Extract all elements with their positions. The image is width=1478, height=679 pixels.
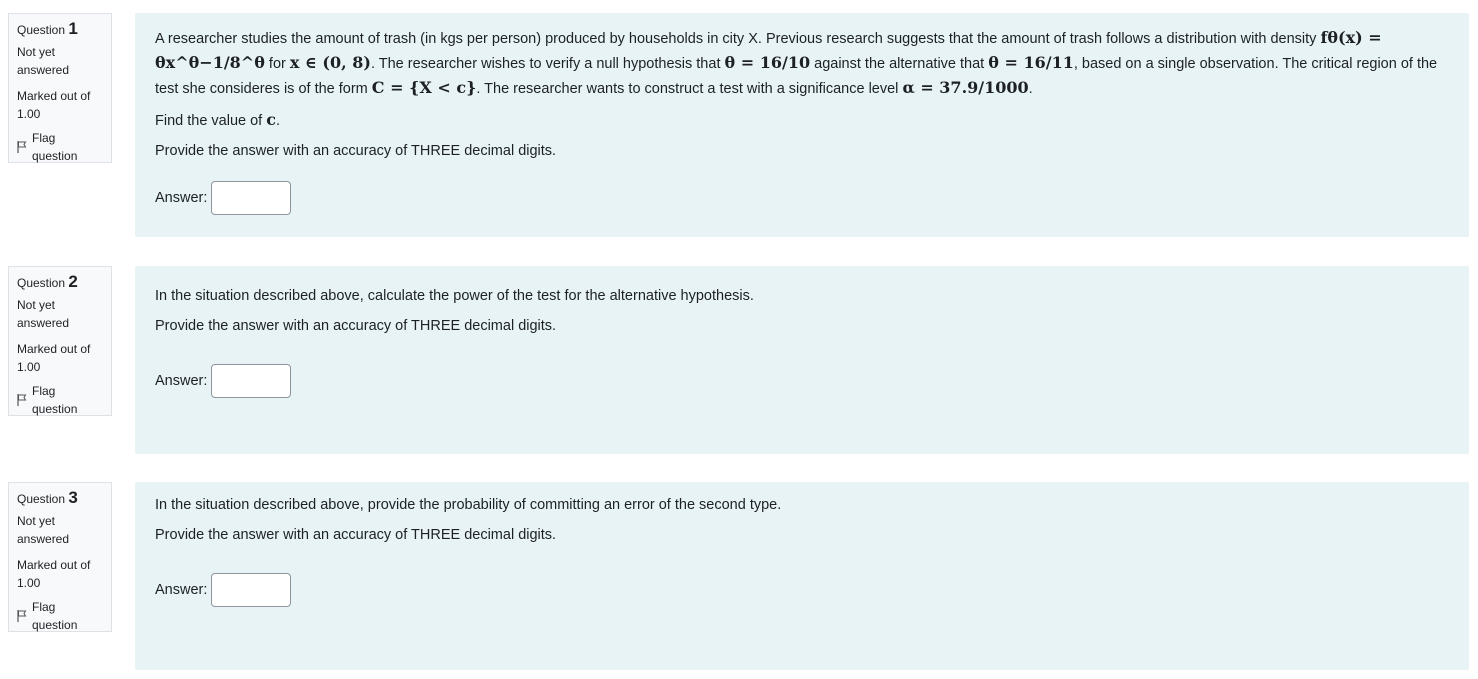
flag-icon bbox=[17, 141, 27, 153]
answer-input[interactable] bbox=[211, 364, 292, 398]
flag-question-button[interactable]: Flag question bbox=[17, 382, 104, 418]
question-grade: Marked out of 1.00 bbox=[17, 89, 91, 121]
flag-question-button[interactable]: Flag question bbox=[17, 129, 104, 165]
question-number: Question 3 bbox=[17, 488, 78, 507]
question-number: Question 1 bbox=[17, 19, 78, 38]
question-paragraph: In the situation described above, calcul… bbox=[155, 288, 754, 304]
question-text: In the situation described above, calcul… bbox=[155, 266, 1449, 338]
formula-h1: θ = 16/11 bbox=[988, 53, 1074, 72]
formula-domain: x ∈ (0, 8) bbox=[289, 53, 371, 72]
question-paragraph: Provide the answer with an accuracy of T… bbox=[155, 143, 557, 159]
question-paragraph: Find the value of c. bbox=[155, 110, 281, 129]
question-paragraph: Provide the answer with an accuracy of T… bbox=[155, 318, 557, 334]
question-1-content: A researcher studies the amount of trash… bbox=[135, 13, 1469, 237]
formula-c: c bbox=[266, 110, 276, 129]
answer-row: Answer: bbox=[155, 364, 292, 398]
formula-alpha: α = 37.9/1000 bbox=[902, 78, 1029, 97]
question-state: Not yet answered bbox=[17, 298, 70, 330]
question-grade: Marked out of 1.00 bbox=[17, 342, 91, 374]
answer-label: Answer: bbox=[155, 372, 208, 389]
formula-region: C = {X < c} bbox=[371, 78, 477, 97]
flag-icon bbox=[17, 394, 27, 406]
question-1-info: Question 1 Not yet answered Marked out o… bbox=[8, 13, 112, 163]
flag-icon bbox=[17, 610, 27, 622]
question-3-info: Question 3 Not yet answered Marked out o… bbox=[8, 482, 112, 632]
answer-label: Answer: bbox=[155, 189, 208, 206]
answer-row: Answer: bbox=[155, 181, 292, 215]
question-number: Question 2 bbox=[17, 272, 78, 291]
question-paragraph: A researcher studies the amount of trash… bbox=[155, 28, 1438, 97]
question-2-content: In the situation described above, calcul… bbox=[135, 266, 1469, 454]
question-2-info: Question 2 Not yet answered Marked out o… bbox=[8, 266, 112, 416]
question-paragraph: Provide the answer with an accuracy of T… bbox=[155, 527, 557, 543]
question-state: Not yet answered bbox=[17, 514, 70, 546]
answer-row: Answer: bbox=[155, 573, 292, 607]
formula-h0: θ = 16/10 bbox=[724, 53, 811, 72]
question-text: A researcher studies the amount of trash… bbox=[155, 13, 1449, 163]
question-grade: Marked out of 1.00 bbox=[17, 558, 91, 590]
question-paragraph: In the situation described above, provid… bbox=[155, 497, 782, 513]
question-3-content: In the situation described above, provid… bbox=[135, 482, 1469, 670]
question-text: In the situation described above, provid… bbox=[155, 482, 1449, 547]
flag-question-button[interactable]: Flag question bbox=[17, 598, 104, 634]
answer-input[interactable] bbox=[211, 573, 292, 607]
answer-label: Answer: bbox=[155, 581, 208, 598]
question-state: Not yet answered bbox=[17, 45, 70, 77]
answer-input[interactable] bbox=[211, 181, 292, 215]
